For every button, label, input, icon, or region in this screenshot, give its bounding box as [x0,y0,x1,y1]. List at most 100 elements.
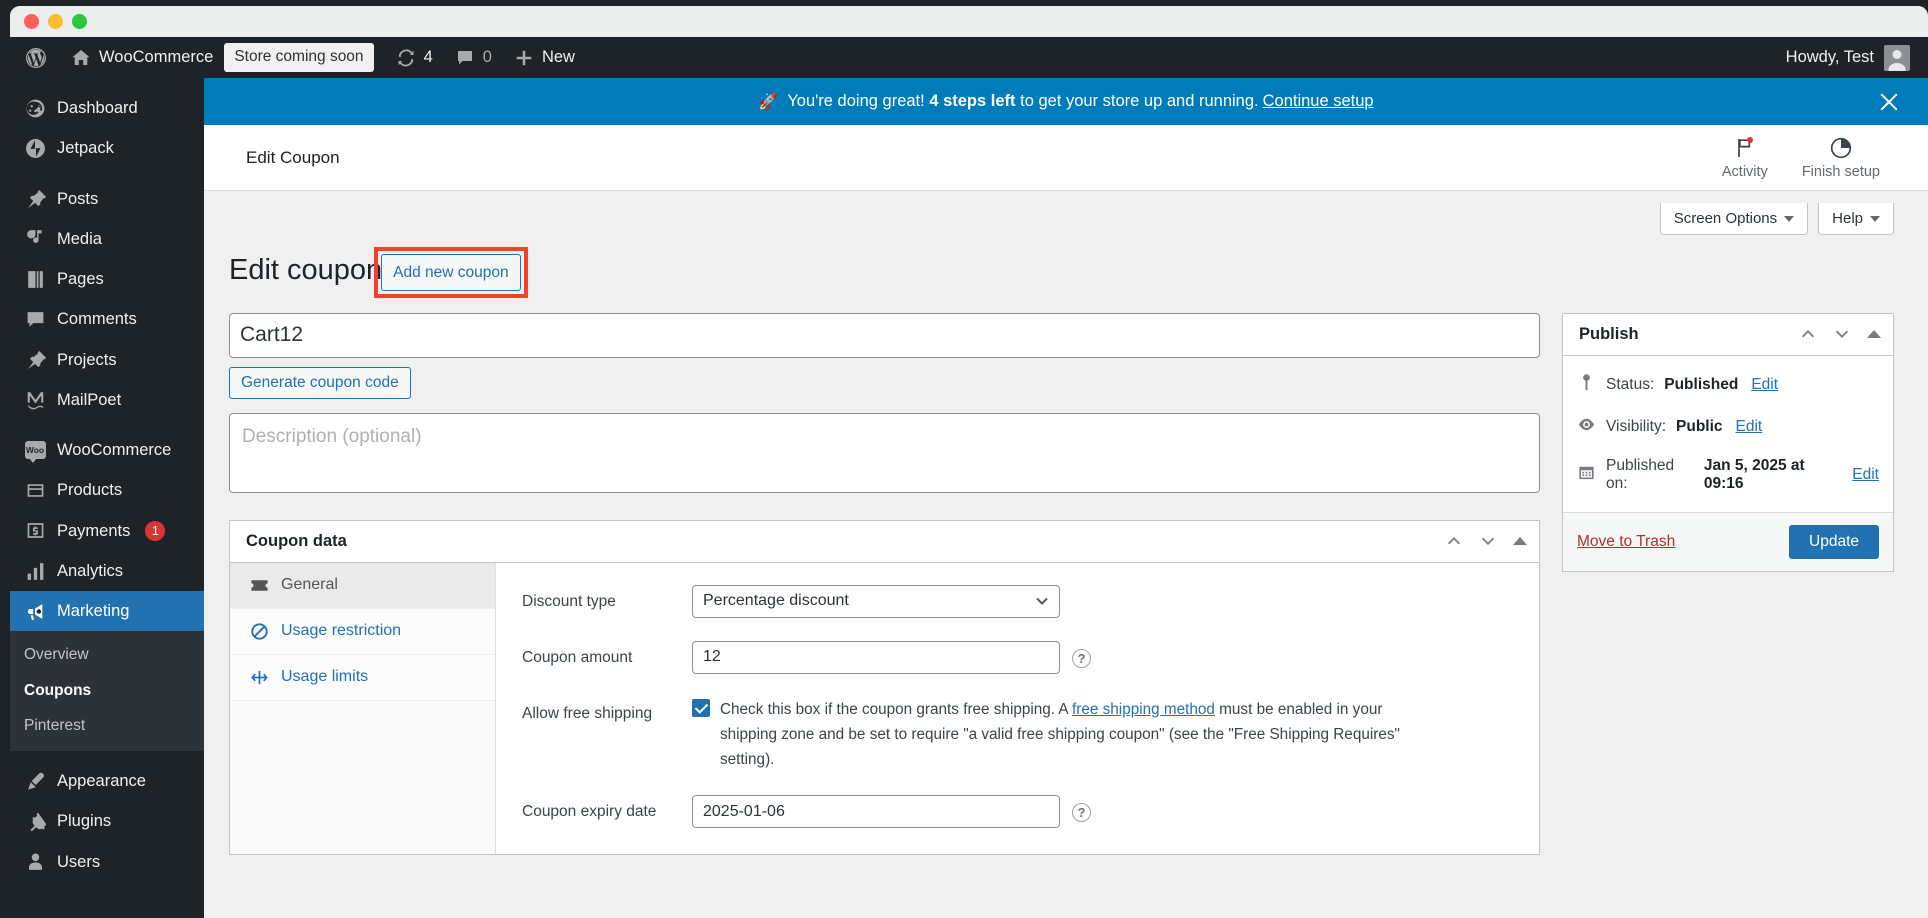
add-new-coupon-button[interactable]: Add new coupon [381,254,521,292]
sidebar-item-jetpack[interactable]: Jetpack [10,128,204,168]
coupon-code-input[interactable] [229,312,1540,358]
sidebar-item-media[interactable]: Media [10,219,204,259]
sidebar-item-overview[interactable]: Overview [10,637,204,672]
continue-setup-link[interactable]: Continue setup [1263,92,1374,111]
add-new-coupon-highlight: Add new coupon [374,247,528,299]
edit-visibility-link[interactable]: Edit [1736,418,1763,436]
sidebar-item-label: Payments [57,521,131,540]
generate-coupon-code-button[interactable]: Generate coupon code [229,366,411,399]
window-minimize-button[interactable] [48,14,63,29]
payments-badge: 1 [145,520,166,541]
coupon-amount-input[interactable] [692,640,1060,674]
chevron-down-icon [1784,215,1795,222]
menu-spacer [10,78,204,88]
sidebar-item-appearance[interactable]: Appearance [10,761,204,801]
comment-bubble-icon [455,48,475,68]
user-icon [24,851,46,873]
sidebar-item-projects[interactable]: Projects [10,340,204,380]
sidebar-item-label: Comments [57,310,137,329]
move-to-trash-wrap: Move to Trash [1577,533,1675,551]
sidebar-postbox-container: Publish Status: Published Edit Visibilit… [1562,312,1894,572]
pin-icon [24,188,46,210]
finish-setup-button[interactable]: Finish setup [1802,136,1880,180]
move-to-trash-link[interactable]: Move to Trash [1577,533,1675,550]
ticket-icon [250,576,269,595]
close-icon[interactable] [1876,89,1902,115]
sidebar-item-posts[interactable]: Posts [10,179,204,219]
screen-options-button[interactable]: Screen Options [1659,203,1809,235]
status-row: Status: Published Edit [1563,364,1893,406]
move-down-icon[interactable] [1479,532,1497,550]
move-down-icon[interactable] [1833,325,1851,343]
pages-icon [24,268,46,290]
updates-icon [396,48,416,68]
sidebar-item-analytics[interactable]: Analytics [10,551,204,591]
sidebar-item-pages[interactable]: Pages [10,259,204,299]
site-name-button[interactable]: WooCommerce [60,37,224,78]
panel-handle-actions [1445,532,1527,550]
sidebar-item-users[interactable]: Users [10,842,204,882]
help-tip-icon[interactable]: ? [1072,803,1091,823]
browser-window: WooCommerce Store coming soon 4 0 New Ho… [10,6,1928,918]
coupon-data-tabs: General Usage restriction Usage limits [230,562,496,855]
comments-button[interactable]: 0 [444,37,503,78]
coupon-expiry-input[interactable] [692,795,1060,829]
notice-text-before: You're doing great! [787,92,925,110]
sidebar-item-label: Dashboard [57,99,138,117]
sidebar-item-comments[interactable]: Comments [10,299,204,339]
free-shipping-method-link[interactable]: free shipping method [1072,701,1215,718]
coupon-expiry-control: ? [692,795,1519,829]
published-on-value: Jan 5, 2025 at 09:16 [1703,456,1805,492]
edit-status-link[interactable]: Edit [1751,376,1778,394]
coupon-description-wrap [229,412,1540,498]
toggle-panel-icon[interactable] [1513,537,1527,546]
sidebar-item-label: Products [57,481,123,500]
publish-actions-row: Move to Trash Update [1563,511,1893,571]
page-title: Edit coupon [229,254,383,286]
help-tip-icon[interactable]: ? [1072,648,1091,668]
window-maximize-button[interactable] [72,14,87,29]
no-entry-icon [250,622,269,641]
update-button[interactable]: Update [1789,524,1879,559]
discount-type-control [692,584,1519,618]
woocommerce-header-bar: Edit Coupon Activity Finish setup [204,125,1928,191]
home-icon [71,48,91,68]
wordpress-logo-button[interactable] [10,37,60,78]
sidebar-item-coupons[interactable]: Coupons [10,673,204,708]
sidebar-item-products[interactable]: Products [10,470,204,510]
help-button[interactable]: Help [1818,203,1894,235]
tab-general[interactable]: General [230,562,495,609]
sidebar-item-payments[interactable]: Payments 1 [10,511,204,551]
sidebar-item-mailpoet[interactable]: MailPoet [10,380,204,420]
activity-label: Activity [1721,163,1768,180]
coupon-description-textarea[interactable] [229,412,1540,493]
updates-count: 4 [423,48,433,66]
tab-usage-restriction[interactable]: Usage restriction [230,608,495,655]
toggle-panel-icon[interactable] [1867,330,1881,339]
pin-marker-icon [1577,373,1596,397]
store-status-button[interactable]: Store coming soon [224,37,384,78]
sidebar-item-woocommerce[interactable]: Woo WooCommerce [10,430,204,470]
avatar[interactable] [1884,44,1910,71]
coupon-amount-control: ? [692,640,1519,674]
new-content-button[interactable]: New [503,37,586,78]
discount-type-select[interactable] [692,584,1060,618]
tab-usage-limits[interactable]: Usage limits [230,654,495,701]
sidebar-item-marketing[interactable]: Marketing [10,591,204,632]
sidebar-item-plugins[interactable]: Plugins [10,801,204,841]
window-close-button[interactable] [24,14,39,29]
updates-button[interactable]: 4 [385,37,444,78]
move-up-icon[interactable] [1445,532,1463,550]
howdy-label[interactable]: Howdy, Test [1786,48,1874,67]
page-title-row: Edit coupon Add new coupon [229,243,1894,299]
activity-button[interactable]: Activity [1722,136,1768,180]
finish-setup-label: Finish setup [1801,163,1880,180]
coupon-data-body: General Usage restriction Usage limits D… [230,562,1539,855]
move-up-icon[interactable] [1799,325,1817,343]
sidebar-item-pinterest[interactable]: Pinterest [10,708,204,743]
edit-published-date-link[interactable]: Edit [1852,466,1879,484]
sidebar-item-label: Media [57,229,102,248]
discount-type-select-wrap[interactable] [692,584,1060,618]
free-shipping-checkbox[interactable] [692,698,710,717]
sidebar-item-dashboard[interactable]: Dashboard [10,88,204,128]
